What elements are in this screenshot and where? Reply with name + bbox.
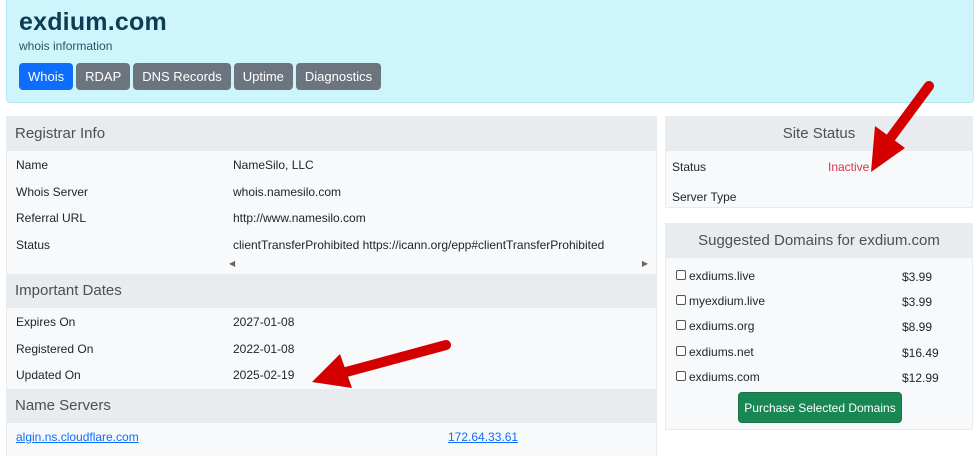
domain-checkbox[interactable] xyxy=(676,295,686,306)
row-label: Referral URL xyxy=(16,211,87,225)
date-row: Updated On 2025-02-19 xyxy=(7,362,656,389)
domain-checkbox[interactable] xyxy=(676,270,686,280)
row-value: NameSilo, LLC xyxy=(233,158,314,172)
server-type-label: Server Type xyxy=(672,190,737,204)
nameserver-host-link[interactable]: algin.ns.cloudflare.com xyxy=(16,430,139,444)
status-badge: Inactive xyxy=(828,160,870,174)
registrar-row: Name NameSilo, LLC xyxy=(7,152,656,179)
row-label: Expires On xyxy=(16,315,76,329)
domain-name: exdiums.org xyxy=(689,319,755,334)
date-row: Registered On 2022-01-08 xyxy=(7,336,656,363)
site-status-panel: Site Status Status Inactive Server Type xyxy=(665,116,973,208)
domain-title: exdium.com xyxy=(19,8,167,36)
domain-name: exdiums.live xyxy=(689,269,756,283)
scroll-left-icon[interactable]: ◀ xyxy=(229,259,235,268)
registrar-row: Status clientTransferProhibited https://… xyxy=(7,232,656,259)
list-item: exdiums.net $16.49 xyxy=(666,340,972,365)
suggested-heading: Suggested Domains for exdium.com xyxy=(666,224,972,258)
domain-price: $8.99 xyxy=(902,320,933,335)
row-value: 2022-01-08 xyxy=(233,341,295,356)
row-value: 2027-01-08 xyxy=(233,315,295,329)
list-item: exdiums.org $8.99 xyxy=(666,314,972,339)
status-label: Status xyxy=(672,160,707,174)
tab-uptime[interactable]: Uptime xyxy=(233,63,293,90)
list-item: myexdium.live $3.99 xyxy=(666,289,972,314)
server-type-row: Server Type xyxy=(666,181,972,211)
registrar-heading: Registrar Info xyxy=(7,117,656,151)
site-status-heading: Site Status xyxy=(666,117,972,151)
row-value: http://www.namesilo.com xyxy=(233,211,366,225)
row-label: Whois Server xyxy=(16,184,89,199)
purchase-selected-button[interactable]: Purchase Selected Domains xyxy=(738,392,902,423)
domain-price: $3.99 xyxy=(902,270,933,284)
row-value: clientTransferProhibited https://icann.o… xyxy=(233,237,605,252)
info-tabs: Whois RDAP DNS Records Uptime Diagnostic… xyxy=(19,63,382,90)
horizontal-scrollbar[interactable]: ◀ ▶ xyxy=(225,258,652,272)
tab-diagnostics[interactable]: Diagnostics xyxy=(295,63,382,90)
row-label: Name xyxy=(16,158,49,172)
domain-subtitle: whois information xyxy=(19,39,113,53)
domain-name: myexdium.live xyxy=(689,294,766,309)
row-value: 2025-02-19 xyxy=(233,368,295,382)
scroll-right-icon[interactable]: ▶ xyxy=(642,259,648,268)
whois-panel: Registrar Info Name NameSilo, LLC Whois … xyxy=(6,116,657,456)
date-row: Expires On 2027-01-08 xyxy=(7,309,656,336)
domain-checkbox[interactable] xyxy=(676,320,686,331)
row-value: whois.namesilo.com xyxy=(233,184,342,199)
list-item: exdiums.com $12.99 xyxy=(666,365,972,390)
suggested-domains-panel: Suggested Domains for exdium.com exdiums… xyxy=(665,223,973,430)
domain-price: $16.49 xyxy=(902,345,939,360)
suggested-list: exdiums.live $3.99 myexdium.live $3.99 e… xyxy=(666,258,972,390)
domain-price: $12.99 xyxy=(902,370,939,385)
row-label: Updated On xyxy=(16,368,81,382)
registrar-row: Referral URL http://www.namesilo.com xyxy=(7,205,656,232)
registrar-row: Whois Server whois.namesilo.com xyxy=(7,179,656,206)
domain-name: exdiums.net xyxy=(689,344,754,359)
site-header: exdium.com whois information Whois RDAP … xyxy=(6,0,974,103)
tab-whois[interactable]: Whois xyxy=(19,63,74,90)
domain-checkbox[interactable] xyxy=(676,345,686,356)
dates-heading: Important Dates xyxy=(7,274,656,308)
nameserver-row: algin.ns.cloudflare.com 172.64.33.61 xyxy=(7,423,656,447)
status-row: Status Inactive xyxy=(666,151,972,181)
row-label: Registered On xyxy=(16,341,94,356)
domain-price: $3.99 xyxy=(902,295,933,310)
row-label: Status xyxy=(16,237,51,252)
tab-rdap[interactable]: RDAP xyxy=(76,63,131,90)
domain-checkbox[interactable] xyxy=(676,370,686,381)
tab-dns-records[interactable]: DNS Records xyxy=(133,63,231,90)
domain-name: exdiums.com xyxy=(689,369,760,384)
nameserver-ip-link[interactable]: 172.64.33.61 xyxy=(448,430,518,444)
nameservers-heading: Name Servers xyxy=(7,388,656,423)
list-item: exdiums.live $3.99 xyxy=(666,264,972,289)
